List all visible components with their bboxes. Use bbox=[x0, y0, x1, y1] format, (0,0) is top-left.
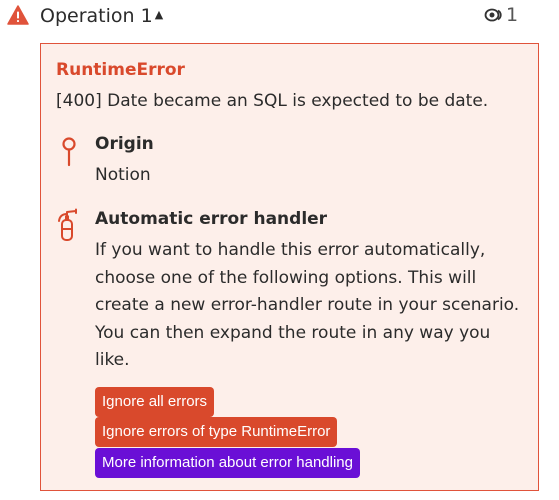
pin-icon bbox=[62, 137, 76, 167]
bundle-counter[interactable]: 1 bbox=[484, 3, 518, 27]
warning-triangle-icon bbox=[7, 5, 29, 25]
error-message: [400] Date became an SQL is expected to … bbox=[56, 91, 489, 111]
origin-value: Notion bbox=[95, 165, 151, 185]
error-handler-description: If you want to handle this error automat… bbox=[95, 237, 535, 375]
fire-extinguisher-icon bbox=[58, 208, 77, 241]
error-handler-description-line: choose one of the following options. Thi… bbox=[95, 267, 477, 288]
ignore-errors-of-type-button[interactable]: Ignore errors of type RuntimeError bbox=[95, 417, 338, 447]
error-handler-description-line: You can then expand the route in any way… bbox=[95, 322, 491, 343]
operation-title: Operation 1 bbox=[40, 5, 153, 27]
eye-bundle-icon bbox=[484, 8, 502, 22]
error-handler-description-line: like. bbox=[95, 350, 130, 370]
error-handler-description-line: If you want to handle this error automat… bbox=[95, 240, 486, 260]
origin-heading: Origin bbox=[95, 134, 154, 154]
error-panel: RuntimeError [400] Date became an SQL is… bbox=[40, 43, 539, 491]
operation-title-toggle[interactable]: Operation 1 ▲ bbox=[40, 3, 163, 28]
more-info-error-handling-button[interactable]: More information about error handling bbox=[95, 448, 360, 478]
error-type: RuntimeError bbox=[56, 60, 185, 80]
caret-up-icon: ▲ bbox=[154, 8, 164, 21]
bundle-count: 1 bbox=[506, 4, 519, 26]
operation-header: Operation 1 ▲ 1 bbox=[0, 0, 559, 32]
operation-log: Operation 1 ▲ 1 RuntimeError [400] Date b… bbox=[0, 0, 559, 500]
error-handler-heading: Automatic error handler bbox=[95, 209, 328, 229]
ignore-all-errors-button[interactable]: Ignore all errors bbox=[95, 387, 215, 417]
error-handler-description-line: create a new error-handler route in your… bbox=[95, 295, 520, 315]
